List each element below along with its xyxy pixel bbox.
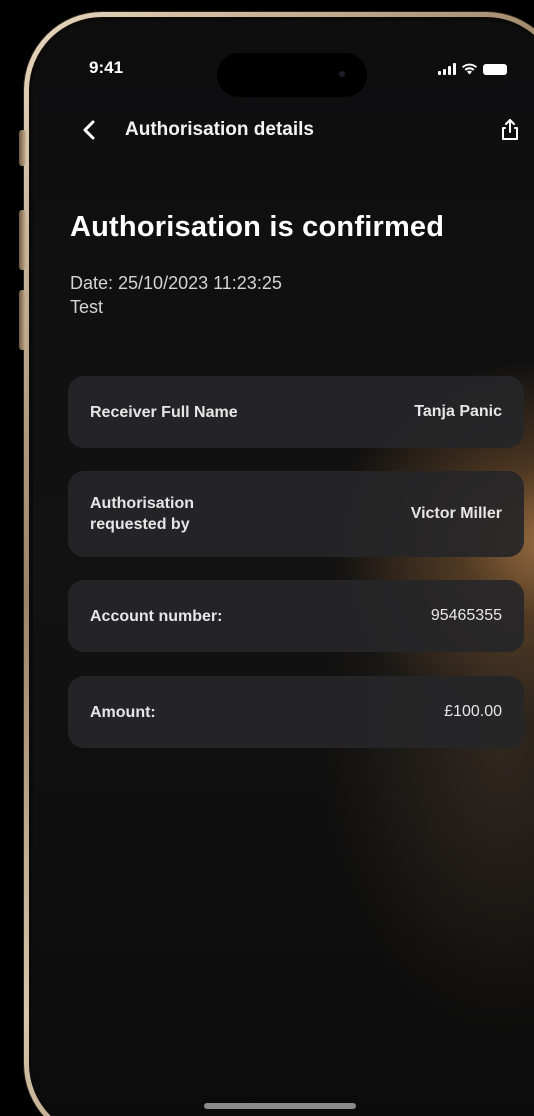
authorisation-note: Test [70,297,104,317]
detail-value: Victor Miller [410,505,502,522]
detail-card-receiver: Receiver Full Name Tanja Panic [68,376,524,448]
phone-frame: 9:41 Authorisation details Authorisation… [24,12,534,1116]
back-button[interactable] [77,117,103,143]
detail-value: 95465355 [430,607,502,624]
phone-screen: 9:41 Authorisation details Authorisation… [33,21,534,1116]
volume-up-button [19,210,26,270]
page: 9:41 Authorisation details Authorisation… [0,0,534,1116]
detail-value: £100.00 [444,703,502,720]
home-indicator[interactable] [204,1103,356,1109]
detail-label: Receiver Full Name [90,403,238,421]
detail-card-account-number: Account number: 95465355 [68,580,524,652]
authorisation-date: Date: 25/10/2023 11:23:25 [70,273,282,293]
dynamic-island [217,53,367,97]
status-icons [438,61,507,75]
camera-dot [339,71,345,77]
share-icon [502,119,518,140]
action-button [19,130,26,166]
page-title: Authorisation is confirmed [70,211,445,243]
nav-title: Authorisation details [125,119,314,140]
battery-icon [483,64,507,75]
detail-card-amount: Amount: £100.00 [68,676,524,748]
signal-icon [438,63,456,75]
detail-value: Tanja Panic [414,403,502,420]
wifi-icon [462,63,477,75]
detail-label: Account number: [90,607,223,625]
detail-label: Amount: [90,703,156,721]
share-button[interactable] [498,117,522,143]
detail-card-requested-by: Authorisation requested by Victor Miller [68,471,524,557]
chevron-left-icon [83,120,95,140]
detail-label: Authorisation requested by [90,495,194,533]
status-time: 9:41 [89,58,124,77]
volume-down-button [19,290,26,350]
